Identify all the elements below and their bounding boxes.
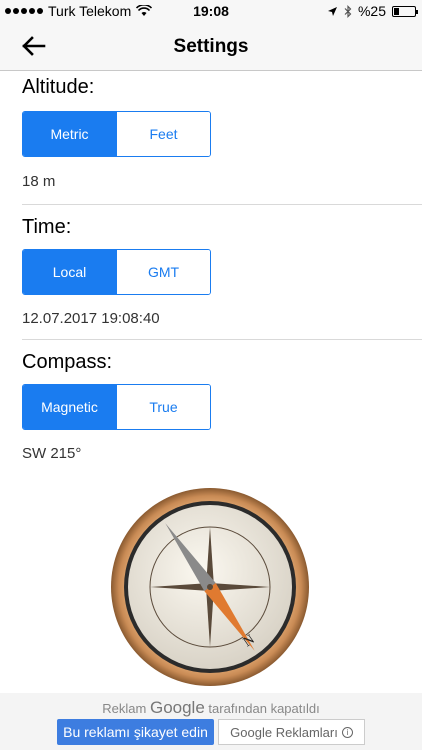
compass-option-true[interactable]: True: [116, 385, 210, 429]
battery-icon: [392, 5, 418, 17]
altitude-value: 18 m: [22, 173, 56, 190]
divider: [22, 204, 422, 205]
time-option-local[interactable]: Local: [23, 250, 116, 294]
ad-closed-message: Reklam Google tarafından kapatıldı: [0, 698, 422, 718]
time-segmented-control: Local GMT: [22, 249, 211, 295]
page-title: Settings: [173, 36, 249, 57]
compass-value: SW 215°: [22, 445, 82, 462]
altitude-option-feet[interactable]: Feet: [116, 112, 210, 156]
altitude-option-metric[interactable]: Metric: [23, 112, 116, 156]
divider: [22, 339, 422, 340]
compass-segmented-control: Magnetic True: [22, 384, 211, 430]
info-icon: i: [341, 726, 353, 738]
compass-label: Compass:: [22, 351, 113, 373]
nav-bar: Settings: [0, 22, 422, 71]
report-ad-button[interactable]: Bu reklamı şikayet edin: [57, 719, 214, 745]
compass-section: Compass:: [22, 351, 422, 374]
altitude-section: Altitude:: [22, 76, 422, 99]
time-section: Time:: [22, 216, 422, 239]
altitude-segmented-control: Metric Feet: [22, 111, 211, 157]
google-logo: Google: [149, 698, 205, 717]
google-ads-button[interactable]: Google Reklamları i: [218, 719, 365, 745]
altitude-label: Altitude:: [22, 76, 95, 98]
time-option-gmt[interactable]: GMT: [116, 250, 210, 294]
compass-dial: N: [111, 488, 309, 686]
compass-option-magnetic[interactable]: Magnetic: [23, 385, 116, 429]
ad-prefix: Reklam: [102, 701, 147, 716]
google-ads-label: Google Reklamları: [230, 724, 338, 740]
time-value: 12.07.2017 19:08:40: [22, 310, 160, 327]
ad-suffix: tarafından kapatıldı: [208, 701, 320, 716]
location-arrow-icon: [327, 6, 337, 16]
time-label: Time:: [22, 216, 72, 238]
battery-percent: %25: [357, 3, 386, 19]
ad-footer: Reklam Google tarafından kapatıldı Bu re…: [0, 693, 422, 750]
battery-fill: [394, 7, 399, 15]
bluetooth-icon: [344, 4, 352, 18]
status-right: %25: [327, 3, 418, 19]
status-bar: Turk Telekom 19:08 %25: [0, 0, 422, 22]
